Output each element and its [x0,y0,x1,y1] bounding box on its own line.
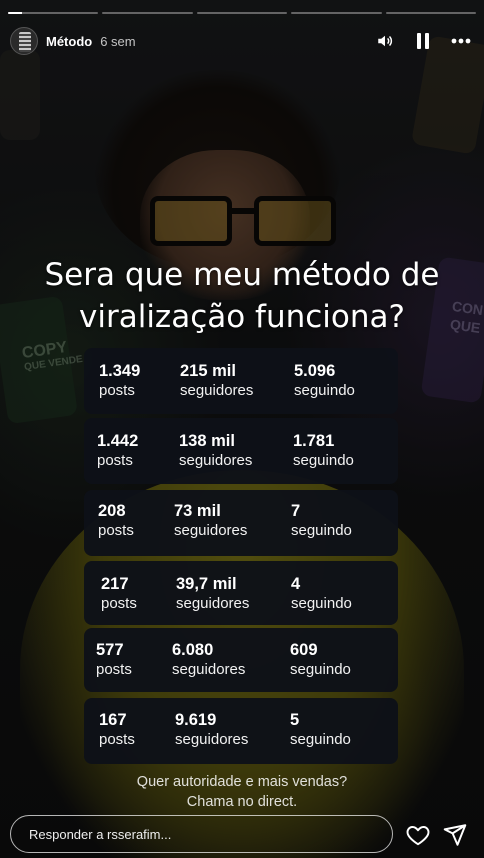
posts-label: posts [99,731,135,748]
following-label: seguindo [290,661,351,678]
progress-segment [385,12,477,14]
followers-count: 9.619 [175,711,217,729]
following-count: 5.096 [294,362,336,380]
posts-stat: 1.349 posts [99,361,140,401]
progress-segment [291,12,382,14]
story-cta: Quer autoridade e mais vendas? Chama no … [0,772,484,812]
following-label: seguindo [293,452,354,469]
avatar[interactable] [10,27,38,55]
heart-icon[interactable] [405,822,431,848]
followers-stat: 138 mil seguidores [179,431,252,471]
posts-count: 1.349 [99,362,141,380]
posts-stat: 577 posts [96,640,132,680]
following-count: 4 [291,575,301,593]
posts-label: posts [101,595,137,612]
headline-line: viralização funciona? [79,299,405,335]
posts-count: 217 [101,575,129,593]
following-stat: 5.096 seguindo [294,361,355,401]
profile-stats-card: 1.442 posts 138 mil seguidores 1.781 seg… [84,418,398,484]
posts-count: 1.442 [97,432,139,450]
progress-segment [8,12,99,14]
followers-count: 39,7 mil [176,575,237,593]
account-name[interactable]: Método [46,34,92,49]
following-stat: 4 seguindo [291,574,352,614]
followers-count: 215 mil [180,362,236,380]
profile-stats-card: 577 posts 6.080 seguidores 609 seguindo [84,628,398,692]
followers-label: seguidores [172,661,246,678]
followers-label: seguidores [174,522,248,539]
following-stat: 7 seguindo [291,501,352,541]
posts-label: posts [99,382,135,399]
following-label: seguindo [291,595,352,612]
profile-stats-card: 167 posts 9.619 seguidores 5 seguindo [84,698,398,764]
profile-stats-card: 208 posts 73 mil seguidores 7 seguindo [84,490,398,556]
send-icon[interactable] [442,822,468,848]
posts-count: 167 [99,711,127,729]
followers-count: 6.080 [172,641,214,659]
profile-stats-card: 1.349 posts 215 mil seguidores 5.096 seg… [84,348,398,414]
volume-icon[interactable] [374,30,396,52]
header-actions [374,30,472,52]
following-label: seguindo [290,731,351,748]
posts-stat: 208 posts [98,501,134,541]
posts-label: posts [98,522,134,539]
followers-count: 73 mil [174,502,221,520]
posts-label: posts [96,661,132,678]
time-ago: 6 sem [100,33,136,49]
headline-line: Sera que meu método de [44,257,440,293]
following-count: 609 [290,641,318,659]
following-stat: 5 seguindo [290,710,351,750]
followers-stat: 73 mil seguidores [174,501,247,541]
posts-count: 208 [98,502,126,520]
cta-line: Chama no direct. [186,794,298,810]
posts-stat: 167 posts [99,710,135,750]
followers-stat: 9.619 seguidores [175,710,248,750]
profile-stats-card: 217 posts 39,7 mil seguidores 4 seguindo [84,561,398,625]
following-stat: 609 seguindo [290,640,351,680]
reply-input[interactable]: Responder a rsserafim... [10,815,393,853]
following-count: 7 [291,502,301,520]
followers-stat: 39,7 mil seguidores [176,574,249,614]
cta-line: Quer autoridade e mais vendas? [136,774,348,790]
progress-segment [196,12,288,14]
more-icon[interactable] [450,30,472,52]
posts-count: 577 [96,641,124,659]
followers-label: seguidores [176,595,250,612]
posts-label: posts [97,452,133,469]
following-stat: 1.781 seguindo [293,431,354,471]
following-count: 5 [290,711,300,729]
followers-stat: 6.080 seguidores [172,640,245,680]
followers-label: seguidores [179,452,253,469]
story-progress [8,12,477,14]
story-header: Método 6 sem [10,25,472,57]
followers-count: 138 mil [179,432,235,450]
reply-placeholder: Responder a rsserafim... [29,826,172,842]
posts-stat: 1.442 posts [97,431,138,471]
following-label: seguindo [294,382,355,399]
posts-stat: 217 posts [101,574,137,614]
pause-icon[interactable] [412,30,434,52]
story-headline: Sera que meu método de viralização funci… [0,254,484,338]
followers-stat: 215 mil seguidores [180,361,253,401]
following-count: 1.781 [293,432,335,450]
progress-segment [102,12,193,14]
followers-label: seguidores [175,731,249,748]
followers-label: seguidores [180,382,254,399]
following-label: seguindo [291,522,352,539]
